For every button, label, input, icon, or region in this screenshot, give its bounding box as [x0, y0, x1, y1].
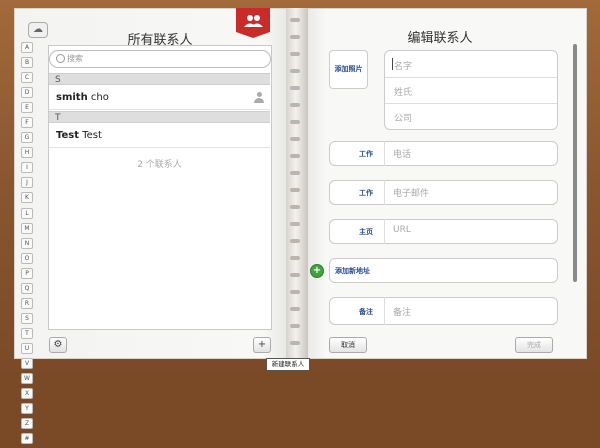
- contact-row[interactable]: smith cho: [49, 86, 270, 110]
- index-t[interactable]: T: [21, 327, 33, 339]
- index-j[interactable]: J: [21, 177, 33, 189]
- add-address-label[interactable]: 添加新地址: [335, 266, 370, 276]
- index-x[interactable]: X: [21, 388, 33, 400]
- notes-placeholder: 备注: [393, 308, 412, 318]
- notes-label: 备注: [359, 308, 373, 316]
- index-o[interactable]: O: [21, 252, 33, 264]
- contact-row[interactable]: Test Test: [49, 124, 270, 148]
- index-w[interactable]: W: [21, 373, 33, 385]
- index-m[interactable]: M: [21, 222, 33, 234]
- binder-ring: [290, 86, 300, 90]
- email-placeholder: 电子邮件: [393, 189, 430, 199]
- index-s[interactable]: S: [21, 312, 33, 324]
- company-field[interactable]: 公司: [385, 103, 557, 129]
- index-y[interactable]: Y: [21, 403, 33, 415]
- binder-ring: [290, 154, 300, 158]
- index-z[interactable]: Z: [21, 418, 33, 430]
- index-h[interactable]: H: [21, 147, 33, 159]
- name-fields: 名字 姓氏 公司: [384, 50, 558, 130]
- index-q[interactable]: Q: [21, 282, 33, 294]
- phone-label[interactable]: 工作: [359, 149, 373, 159]
- index-u[interactable]: U: [21, 342, 33, 354]
- done-button[interactable]: 完成: [515, 337, 553, 353]
- binder-ring: [290, 290, 300, 294]
- cloud-icon[interactable]: ☁: [28, 22, 48, 38]
- index-c[interactable]: C: [21, 72, 33, 84]
- binder-ring: [290, 341, 300, 345]
- binder-ring: [290, 18, 300, 22]
- text-cursor: [392, 58, 393, 70]
- search-placeholder: 搜索: [67, 54, 83, 63]
- first-name-field[interactable]: 名字: [385, 51, 557, 78]
- index-e[interactable]: E: [21, 102, 33, 114]
- binder-ring: [290, 103, 300, 107]
- binder-ring: [290, 120, 300, 124]
- contact-last-name: Test: [82, 130, 102, 141]
- binder-ring: [290, 205, 300, 209]
- binder-ring: [290, 307, 300, 311]
- contact-first-name: Test: [56, 130, 80, 141]
- phone-placeholder: 电话: [393, 150, 412, 160]
- groups-bookmark-icon[interactable]: [236, 8, 270, 42]
- index-r[interactable]: R: [21, 297, 33, 309]
- edit-title: 编辑联系人: [407, 31, 473, 46]
- binder-ring: [290, 171, 300, 175]
- binder-ring: [290, 273, 300, 277]
- binder-ring: [290, 137, 300, 141]
- binder-ring: [290, 35, 300, 39]
- divider: [384, 219, 385, 244]
- first-name-placeholder: 名字: [394, 62, 413, 72]
- index-a[interactable]: A: [21, 42, 33, 53]
- binder-ring: [290, 222, 300, 226]
- company-placeholder: 公司: [394, 114, 413, 124]
- index-k[interactable]: K: [21, 192, 33, 204]
- person-icon: [254, 92, 264, 103]
- index-v[interactable]: V: [21, 357, 33, 369]
- binder-ring: [290, 69, 300, 73]
- address-book: ☁ 所有联系人 A B C D E F G H I J K L M N O P …: [0, 0, 600, 445]
- divider: [384, 141, 385, 166]
- search-icon: [56, 54, 65, 63]
- binder-ring: [290, 52, 300, 56]
- index-d[interactable]: D: [21, 87, 33, 99]
- divider: [384, 180, 385, 205]
- index-g[interactable]: G: [21, 132, 33, 144]
- scrollbar[interactable]: [573, 44, 577, 282]
- last-name-placeholder: 姓氏: [394, 88, 413, 98]
- contact-first-name: smith: [56, 92, 88, 103]
- url-placeholder: URL: [393, 225, 411, 235]
- section-header-t: T: [49, 111, 270, 123]
- add-contact-button[interactable]: +: [253, 337, 271, 353]
- add-address-plus-icon[interactable]: +: [310, 264, 324, 278]
- email-label[interactable]: 工作: [359, 188, 373, 198]
- binder-ring: [290, 324, 300, 328]
- index-i[interactable]: I: [21, 162, 33, 174]
- alphabet-index[interactable]: A B C D E F G H I J K L M N O P Q R S T …: [21, 42, 33, 448]
- index-f[interactable]: F: [21, 117, 33, 129]
- index-b[interactable]: B: [21, 57, 33, 69]
- index-n[interactable]: N: [21, 237, 33, 249]
- binder-ring: [290, 256, 300, 260]
- binder-ring: [290, 239, 300, 243]
- contact-last-name: cho: [90, 92, 109, 103]
- index-l[interactable]: L: [21, 207, 33, 219]
- divider: [384, 297, 385, 325]
- settings-gear-icon[interactable]: ⚙: [49, 337, 67, 353]
- section-header-s: S: [49, 73, 270, 85]
- contact-count: 2 个联系人: [137, 160, 182, 170]
- add-photo-button[interactable]: 添加照片: [329, 50, 368, 89]
- binder-rings: [290, 10, 300, 355]
- index-hash[interactable]: #: [21, 433, 33, 445]
- index-p[interactable]: P: [21, 267, 33, 279]
- cancel-button[interactable]: 取消: [329, 337, 367, 353]
- binder-ring: [290, 188, 300, 192]
- search-input[interactable]: 搜索: [49, 50, 271, 68]
- last-name-field[interactable]: 姓氏: [385, 77, 557, 104]
- add-contact-tooltip: 新建联系人: [266, 358, 310, 371]
- url-label[interactable]: 主页: [359, 227, 373, 237]
